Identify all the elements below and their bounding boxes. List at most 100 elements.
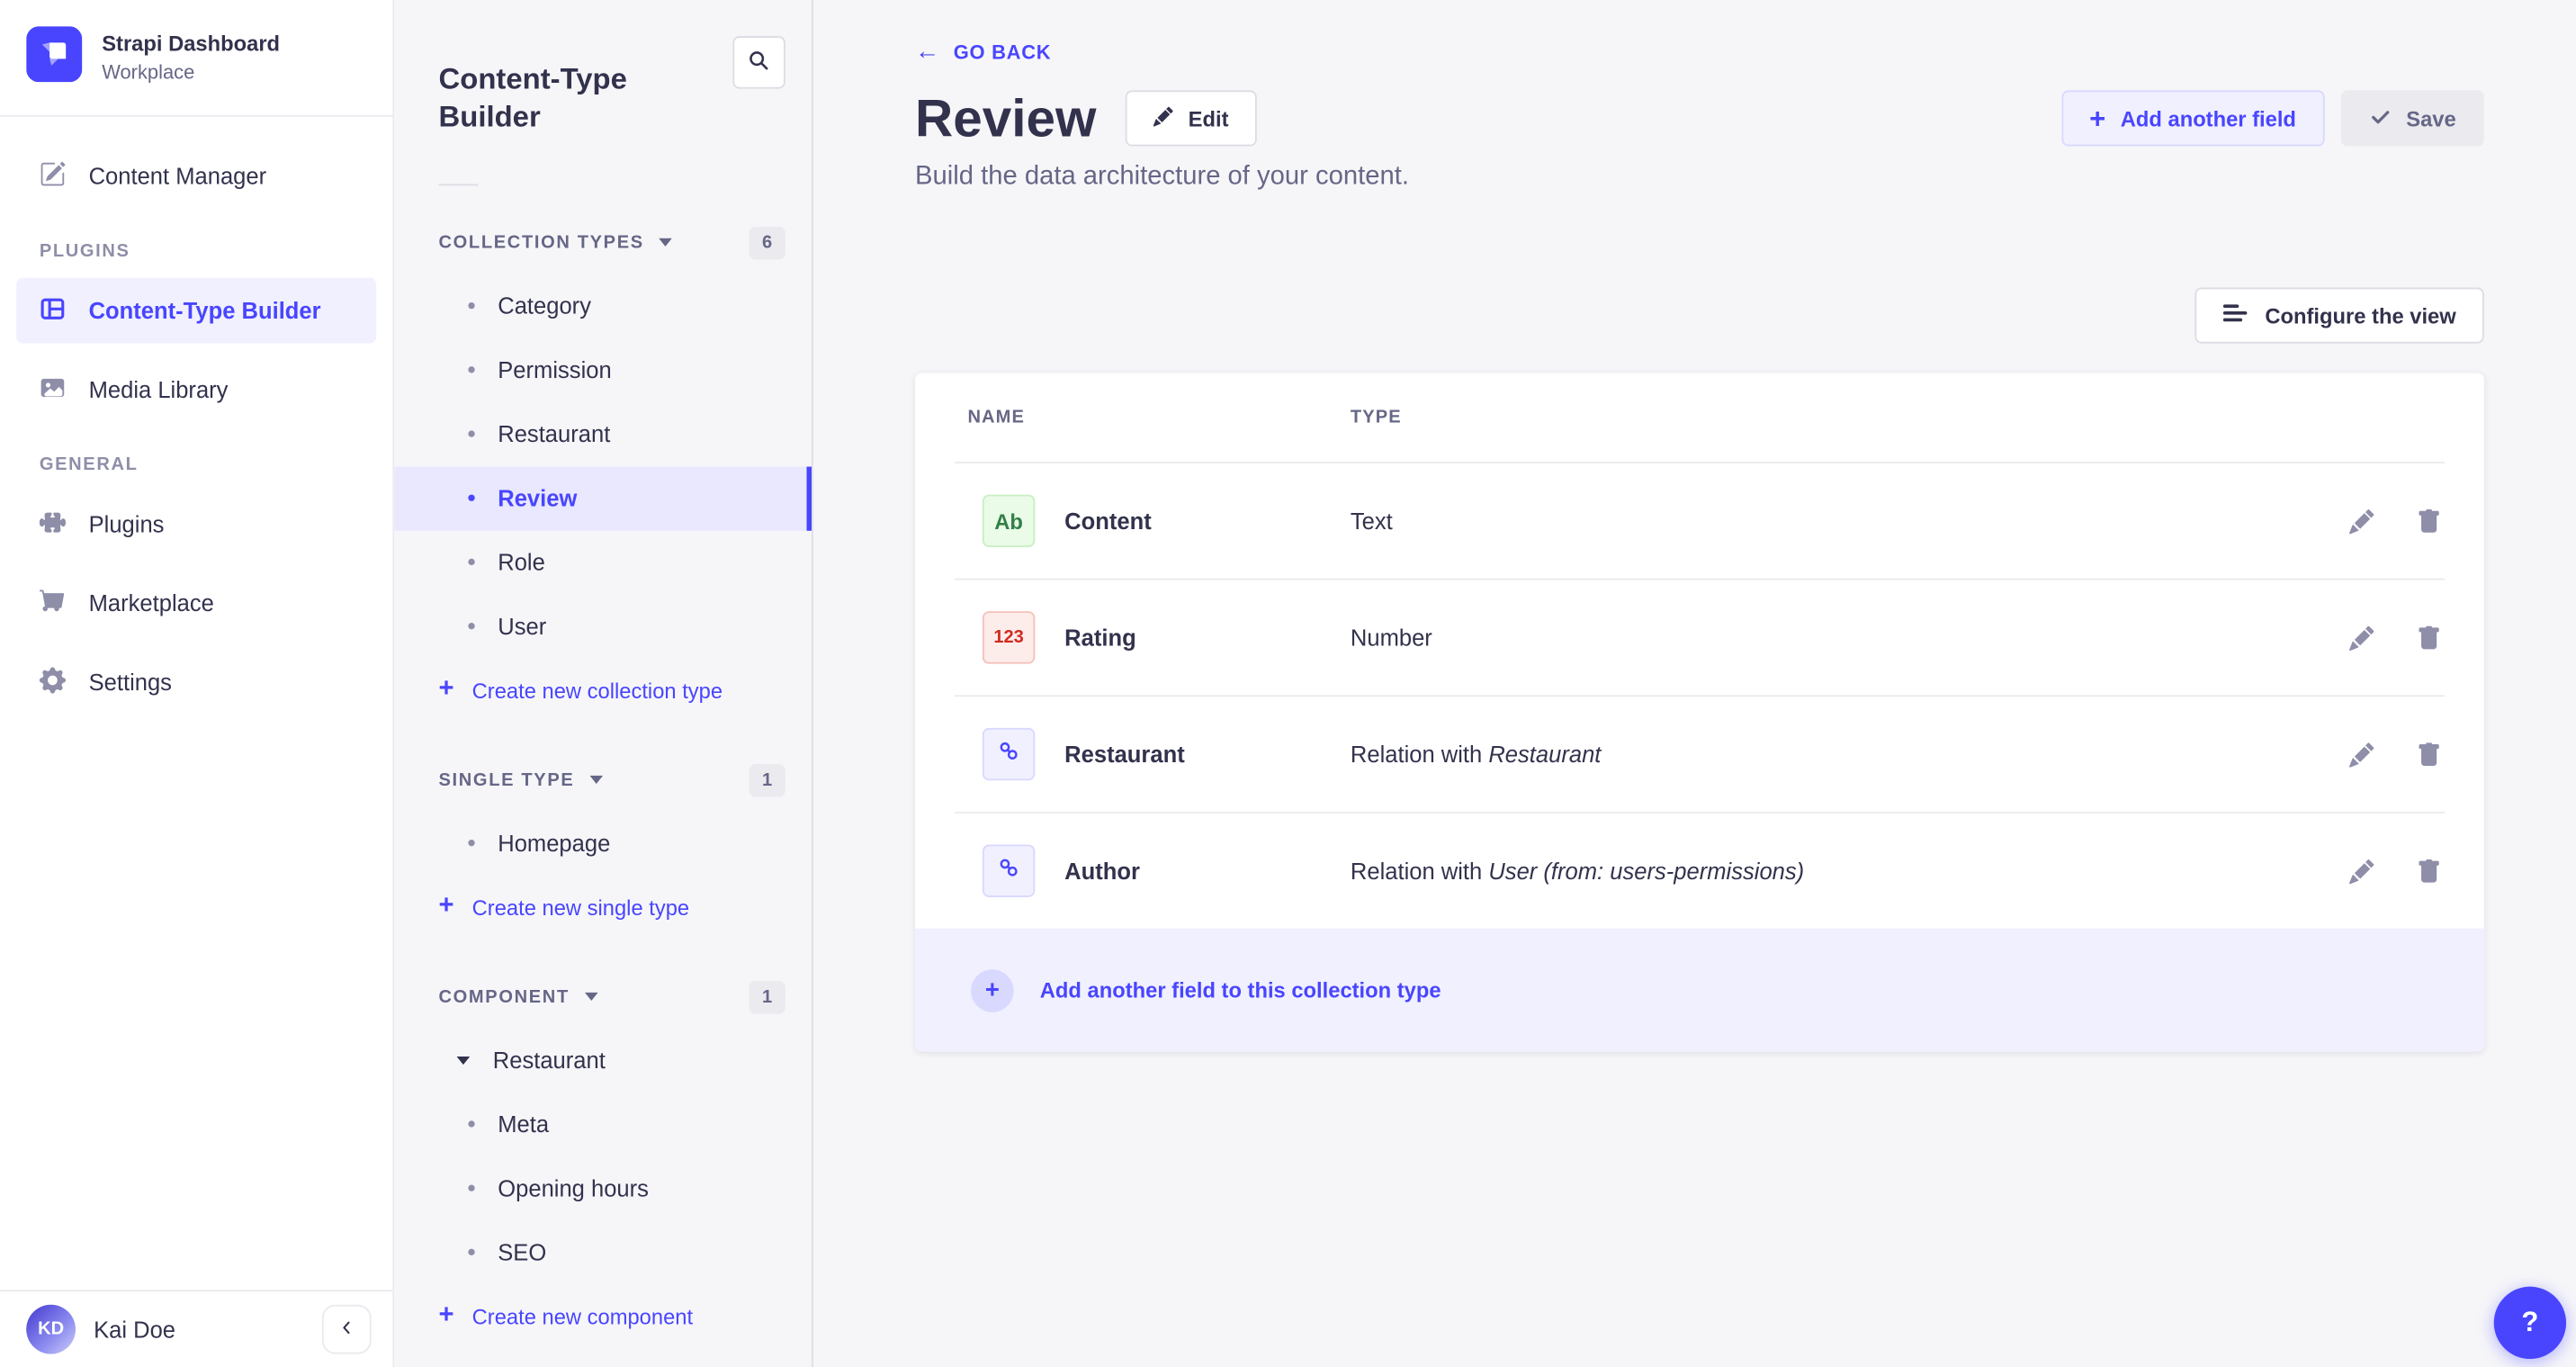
plus-icon: + <box>439 678 454 704</box>
sidebar-nav: Content Manager PLUGINS Content-Type Bui… <box>0 117 392 1291</box>
add-another-field-button[interactable]: + Add another field <box>2061 91 2324 147</box>
field-type: Number <box>1351 625 2349 652</box>
create-single-type-link[interactable]: + Create new single type <box>394 876 812 940</box>
subnav-item-role[interactable]: Role <box>394 531 812 595</box>
section-single-type: SINGLE TYPE 1 Homepage + Create new sing… <box>394 762 812 940</box>
save-button[interactable]: Save <box>2340 91 2484 147</box>
sidebar-heading-general: GENERAL <box>40 455 376 475</box>
count-badge: 6 <box>749 227 785 260</box>
content-type-builder-icon <box>40 295 66 327</box>
delete-field-button[interactable] <box>2417 625 2441 650</box>
column-header-type: TYPE <box>1351 409 2441 428</box>
edit-field-button[interactable] <box>2349 625 2374 650</box>
field-type: Text <box>1351 508 2349 535</box>
relation-field-badge <box>983 729 1035 781</box>
sidebar-item-label: Plugins <box>89 511 165 537</box>
table-header: NAME TYPE <box>915 373 2484 463</box>
delete-field-button[interactable] <box>2417 742 2441 767</box>
add-field-row[interactable]: + Add another field to this collection t… <box>915 929 2484 1052</box>
configure-lines-icon <box>2222 303 2247 329</box>
bullet-icon <box>468 841 474 847</box>
subnav-item-homepage[interactable]: Homepage <box>394 812 812 876</box>
subnav-item-review[interactable]: Review <box>394 466 812 530</box>
subnav-item-restaurant[interactable]: Restaurant <box>394 402 812 466</box>
table-row: Restaurant Relation with Restaurant <box>915 697 2484 813</box>
sidebar-heading-plugins: PLUGINS <box>40 241 376 261</box>
field-name: Content <box>1064 508 1351 535</box>
bullet-icon <box>468 495 474 501</box>
bullet-icon <box>468 624 474 630</box>
sidebar-item-settings[interactable]: Settings <box>16 649 376 715</box>
bullet-icon <box>468 367 474 373</box>
sidebar-item-content-type-builder[interactable]: Content-Type Builder <box>16 278 376 344</box>
configure-view-button[interactable]: Configure the view <box>2195 288 2484 344</box>
sidebar-item-media-library[interactable]: Media Library <box>16 356 376 422</box>
plus-circle-icon: + <box>971 969 1013 1012</box>
bullet-icon <box>468 1121 474 1128</box>
section-toggle-single-type[interactable]: SINGLE TYPE <box>439 770 603 790</box>
go-back-link[interactable]: ← GO BACK <box>915 40 1051 64</box>
link-icon <box>997 856 1020 887</box>
search-icon <box>748 49 771 76</box>
plus-icon: + <box>439 895 454 921</box>
link-icon <box>997 739 1020 770</box>
subnav-item-seo[interactable]: SEO <box>394 1221 812 1285</box>
edit-button[interactable]: Edit <box>1126 91 1256 147</box>
cart-icon <box>40 588 66 619</box>
page-subtitle: Build the data architecture of your cont… <box>915 163 2484 193</box>
plus-icon: + <box>439 1304 454 1330</box>
field-name: Rating <box>1064 625 1351 652</box>
main-content: ← GO BACK Review Edit + Add another fiel… <box>813 0 2576 1367</box>
workspace-brand[interactable]: Strapi Dashboard Workplace <box>0 0 392 117</box>
bullet-icon <box>468 1249 474 1255</box>
media-library-icon <box>40 373 66 405</box>
workspace-title: Strapi Dashboard <box>102 31 280 57</box>
number-field-badge: 123 <box>983 612 1035 664</box>
relation-field-badge <box>983 845 1035 897</box>
field-name: Author <box>1064 859 1351 885</box>
field-type: Relation with User (from: users-permissi… <box>1351 859 2349 885</box>
edit-field-button[interactable] <box>2349 509 2374 534</box>
chevron-down-icon <box>589 777 603 785</box>
section-toggle-component[interactable]: COMPONENT <box>439 987 597 1007</box>
table-row: Author Relation with User (from: users-p… <box>915 814 2484 930</box>
subnav-title: Content-Type Builder <box>439 60 702 136</box>
check-icon <box>2368 104 2392 132</box>
sidebar-item-content-manager[interactable]: Content Manager <box>16 143 376 209</box>
count-badge: 1 <box>749 764 785 797</box>
chevron-down-icon <box>584 994 597 1002</box>
subnav-item-restaurant-component[interactable]: Restaurant <box>394 1029 812 1093</box>
fields-table-card: NAME TYPE Ab Content Text 123 Rating Num… <box>915 373 2484 1052</box>
sidebar-item-plugins[interactable]: Plugins <box>16 491 376 557</box>
subnav-item-category[interactable]: Category <box>394 274 812 338</box>
column-header-name: NAME <box>967 409 1350 428</box>
edit-field-button[interactable] <box>2349 742 2374 767</box>
subnav-item-meta[interactable]: Meta <box>394 1093 812 1156</box>
delete-field-button[interactable] <box>2417 509 2441 534</box>
sidebar-item-label: Settings <box>89 669 172 695</box>
sidebar-item-label: Marketplace <box>89 589 214 616</box>
edit-field-button[interactable] <box>2349 859 2374 884</box>
content-type-builder-subnav: Content-Type Builder COLLECTION TYPES 6 … <box>394 0 813 1367</box>
section-toggle-collection-types[interactable]: COLLECTION TYPES <box>439 233 672 253</box>
create-collection-type-link[interactable]: + Create new collection type <box>394 659 812 723</box>
bullet-icon <box>468 1185 474 1192</box>
bullet-icon <box>468 431 474 437</box>
gear-icon <box>40 666 66 697</box>
avatar[interactable]: KD <box>26 1305 76 1354</box>
collapse-sidebar-button[interactable] <box>322 1305 372 1354</box>
chevron-left-icon <box>338 1317 355 1341</box>
subnav-item-opening-hours[interactable]: Opening hours <box>394 1156 812 1220</box>
create-component-link[interactable]: + Create new component <box>394 1285 812 1349</box>
workspace-subtitle: Workplace <box>102 60 280 84</box>
subnav-item-permission[interactable]: Permission <box>394 338 812 402</box>
subnav-item-user[interactable]: User <box>394 595 812 659</box>
content-manager-icon <box>40 160 66 192</box>
delete-field-button[interactable] <box>2417 859 2441 884</box>
arrow-left-icon: ← <box>915 40 940 64</box>
sidebar-item-marketplace[interactable]: Marketplace <box>16 571 376 636</box>
help-button[interactable]: ? <box>2494 1287 2566 1359</box>
section-component: COMPONENT 1 Restaurant Meta Opening hour… <box>394 979 812 1349</box>
user-name: Kai Doe <box>94 1317 304 1343</box>
search-button[interactable] <box>732 36 785 88</box>
